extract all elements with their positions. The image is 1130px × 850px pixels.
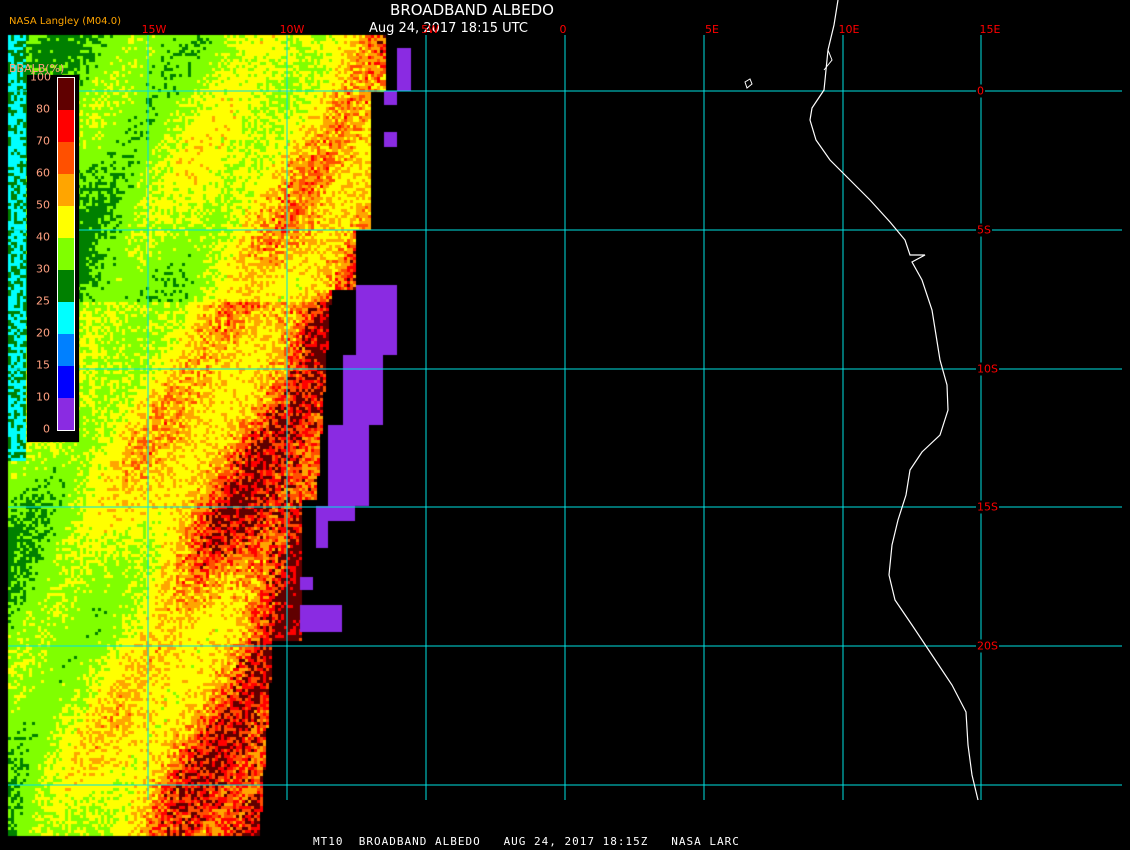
map-timestamp: Aug 24, 2017 18:15 UTC <box>369 21 528 36</box>
legend-swatch <box>58 366 74 398</box>
legend-swatch <box>58 334 74 366</box>
legend-tick: 25 <box>36 294 50 308</box>
lat-label-15s: 15S <box>976 500 999 514</box>
legend-tick: 70 <box>36 134 50 148</box>
legend-tick: 50 <box>36 198 50 212</box>
legend-tick: 60 <box>36 166 50 180</box>
lon-label-5e: 5E <box>705 23 719 36</box>
credit-label: NASA Langley (M04.0) <box>9 16 121 27</box>
lon-label-15e: 15E <box>979 23 1001 36</box>
lon-label-0: 0 <box>559 23 567 36</box>
footer-caption: MT10 BROADBAND ALBEDO AUG 24, 2017 18:15… <box>313 835 740 848</box>
legend-swatch <box>58 302 74 334</box>
lat-lon-grid <box>8 35 1122 800</box>
legend-swatch <box>58 174 74 206</box>
lon-label-15w: 15W <box>141 23 167 36</box>
color-legend <box>27 75 79 442</box>
legend-tick: 100 <box>30 70 51 84</box>
legend-tick: 10 <box>36 390 50 404</box>
lat-label-20s: 20S <box>976 639 999 653</box>
legend-swatch <box>58 238 74 270</box>
map-title: BROADBAND ALBEDO <box>390 1 554 19</box>
legend-tick: 40 <box>36 230 50 244</box>
satellite-map: BROADBAND ALBEDO Aug 24, 2017 18:15 UTC … <box>0 0 1130 850</box>
lon-label-5w: 5W <box>421 23 439 36</box>
color-bar <box>57 77 75 431</box>
lon-label-10e: 10E <box>838 23 860 36</box>
legend-swatch <box>58 206 74 238</box>
legend-tick: 20 <box>36 326 50 340</box>
lat-label-5s: 5S <box>976 223 992 237</box>
legend-swatch <box>58 142 74 174</box>
legend-tick: 30 <box>36 262 50 276</box>
africa-coastline <box>809 0 979 801</box>
legend-swatch <box>58 270 74 302</box>
legend-tick: 80 <box>36 102 50 116</box>
legend-swatch <box>58 110 74 142</box>
lat-label-10s: 10S <box>976 362 999 376</box>
legend-swatch <box>58 78 74 110</box>
lat-label-0: 0 <box>976 84 985 98</box>
map-overlay <box>8 0 1122 801</box>
legend-swatch <box>58 398 74 430</box>
island <box>744 78 753 89</box>
legend-tick: 0 <box>43 422 50 436</box>
legend-tick: 15 <box>36 358 50 372</box>
lon-label-10w: 10W <box>279 23 305 36</box>
